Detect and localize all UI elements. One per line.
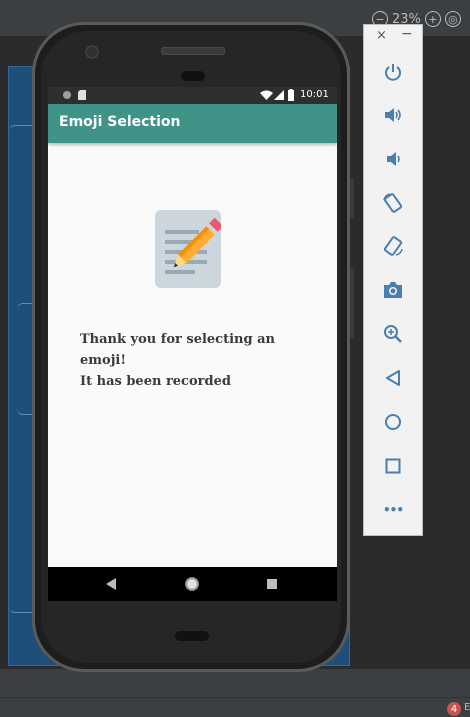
close-icon[interactable]: × xyxy=(376,28,387,43)
app-bar: Emoji Selection xyxy=(48,104,337,143)
event-log-label[interactable]: E xyxy=(464,702,470,713)
message-line-1: Thank you for selecting an emoji! xyxy=(80,332,275,368)
status-bar: 10:01 xyxy=(48,87,337,104)
message-line-2: It has been recorded xyxy=(80,374,231,389)
rotate-left-icon[interactable] xyxy=(381,191,405,215)
front-camera-icon xyxy=(85,45,99,59)
nav-back-icon[interactable] xyxy=(106,578,117,590)
earpiece xyxy=(181,71,205,81)
nav-home-icon[interactable] xyxy=(184,576,200,592)
zoom-fit-icon[interactable]: ◎ xyxy=(444,11,461,27)
home-icon[interactable] xyxy=(381,410,405,434)
memo-pencil-icon xyxy=(155,210,224,288)
minimize-icon[interactable]: − xyxy=(401,26,413,42)
app-title: Emoji Selection xyxy=(59,114,181,130)
volume-up-icon[interactable] xyxy=(381,103,405,127)
emulator-toolbar: × − ••• xyxy=(363,24,423,536)
zoom-icon[interactable] xyxy=(381,322,405,346)
bottom-speaker xyxy=(175,631,209,641)
phone-volume-button xyxy=(350,268,354,338)
ide-status-bar xyxy=(0,697,470,717)
back-icon[interactable] xyxy=(381,366,405,390)
volume-down-icon[interactable] xyxy=(381,147,405,171)
sd-card-icon xyxy=(78,90,86,100)
device-screen: 10:01 Emoji Selection Thank you for sele… xyxy=(48,87,337,601)
rotate-right-icon[interactable] xyxy=(381,234,405,258)
camera-icon[interactable] xyxy=(381,278,405,302)
more-icon[interactable]: ••• xyxy=(381,498,405,522)
phone-side-button xyxy=(350,178,354,218)
notification-badge[interactable]: 4 xyxy=(447,702,461,716)
nav-overview-icon[interactable] xyxy=(267,579,277,589)
overview-icon[interactable] xyxy=(381,454,405,478)
navigation-bar xyxy=(48,567,337,601)
emulator-toolbar-header: × − xyxy=(364,25,422,49)
signal-icon xyxy=(274,90,284,100)
battery-icon xyxy=(288,89,294,101)
notification-dot-icon xyxy=(63,91,71,99)
confirmation-message: Thank you for selecting an emoji! It has… xyxy=(80,329,320,392)
top-speaker xyxy=(161,47,225,55)
status-time: 10:01 xyxy=(300,89,329,100)
zoom-in-icon[interactable]: + xyxy=(424,11,441,27)
wifi-icon xyxy=(260,90,273,100)
power-icon[interactable] xyxy=(381,60,405,84)
